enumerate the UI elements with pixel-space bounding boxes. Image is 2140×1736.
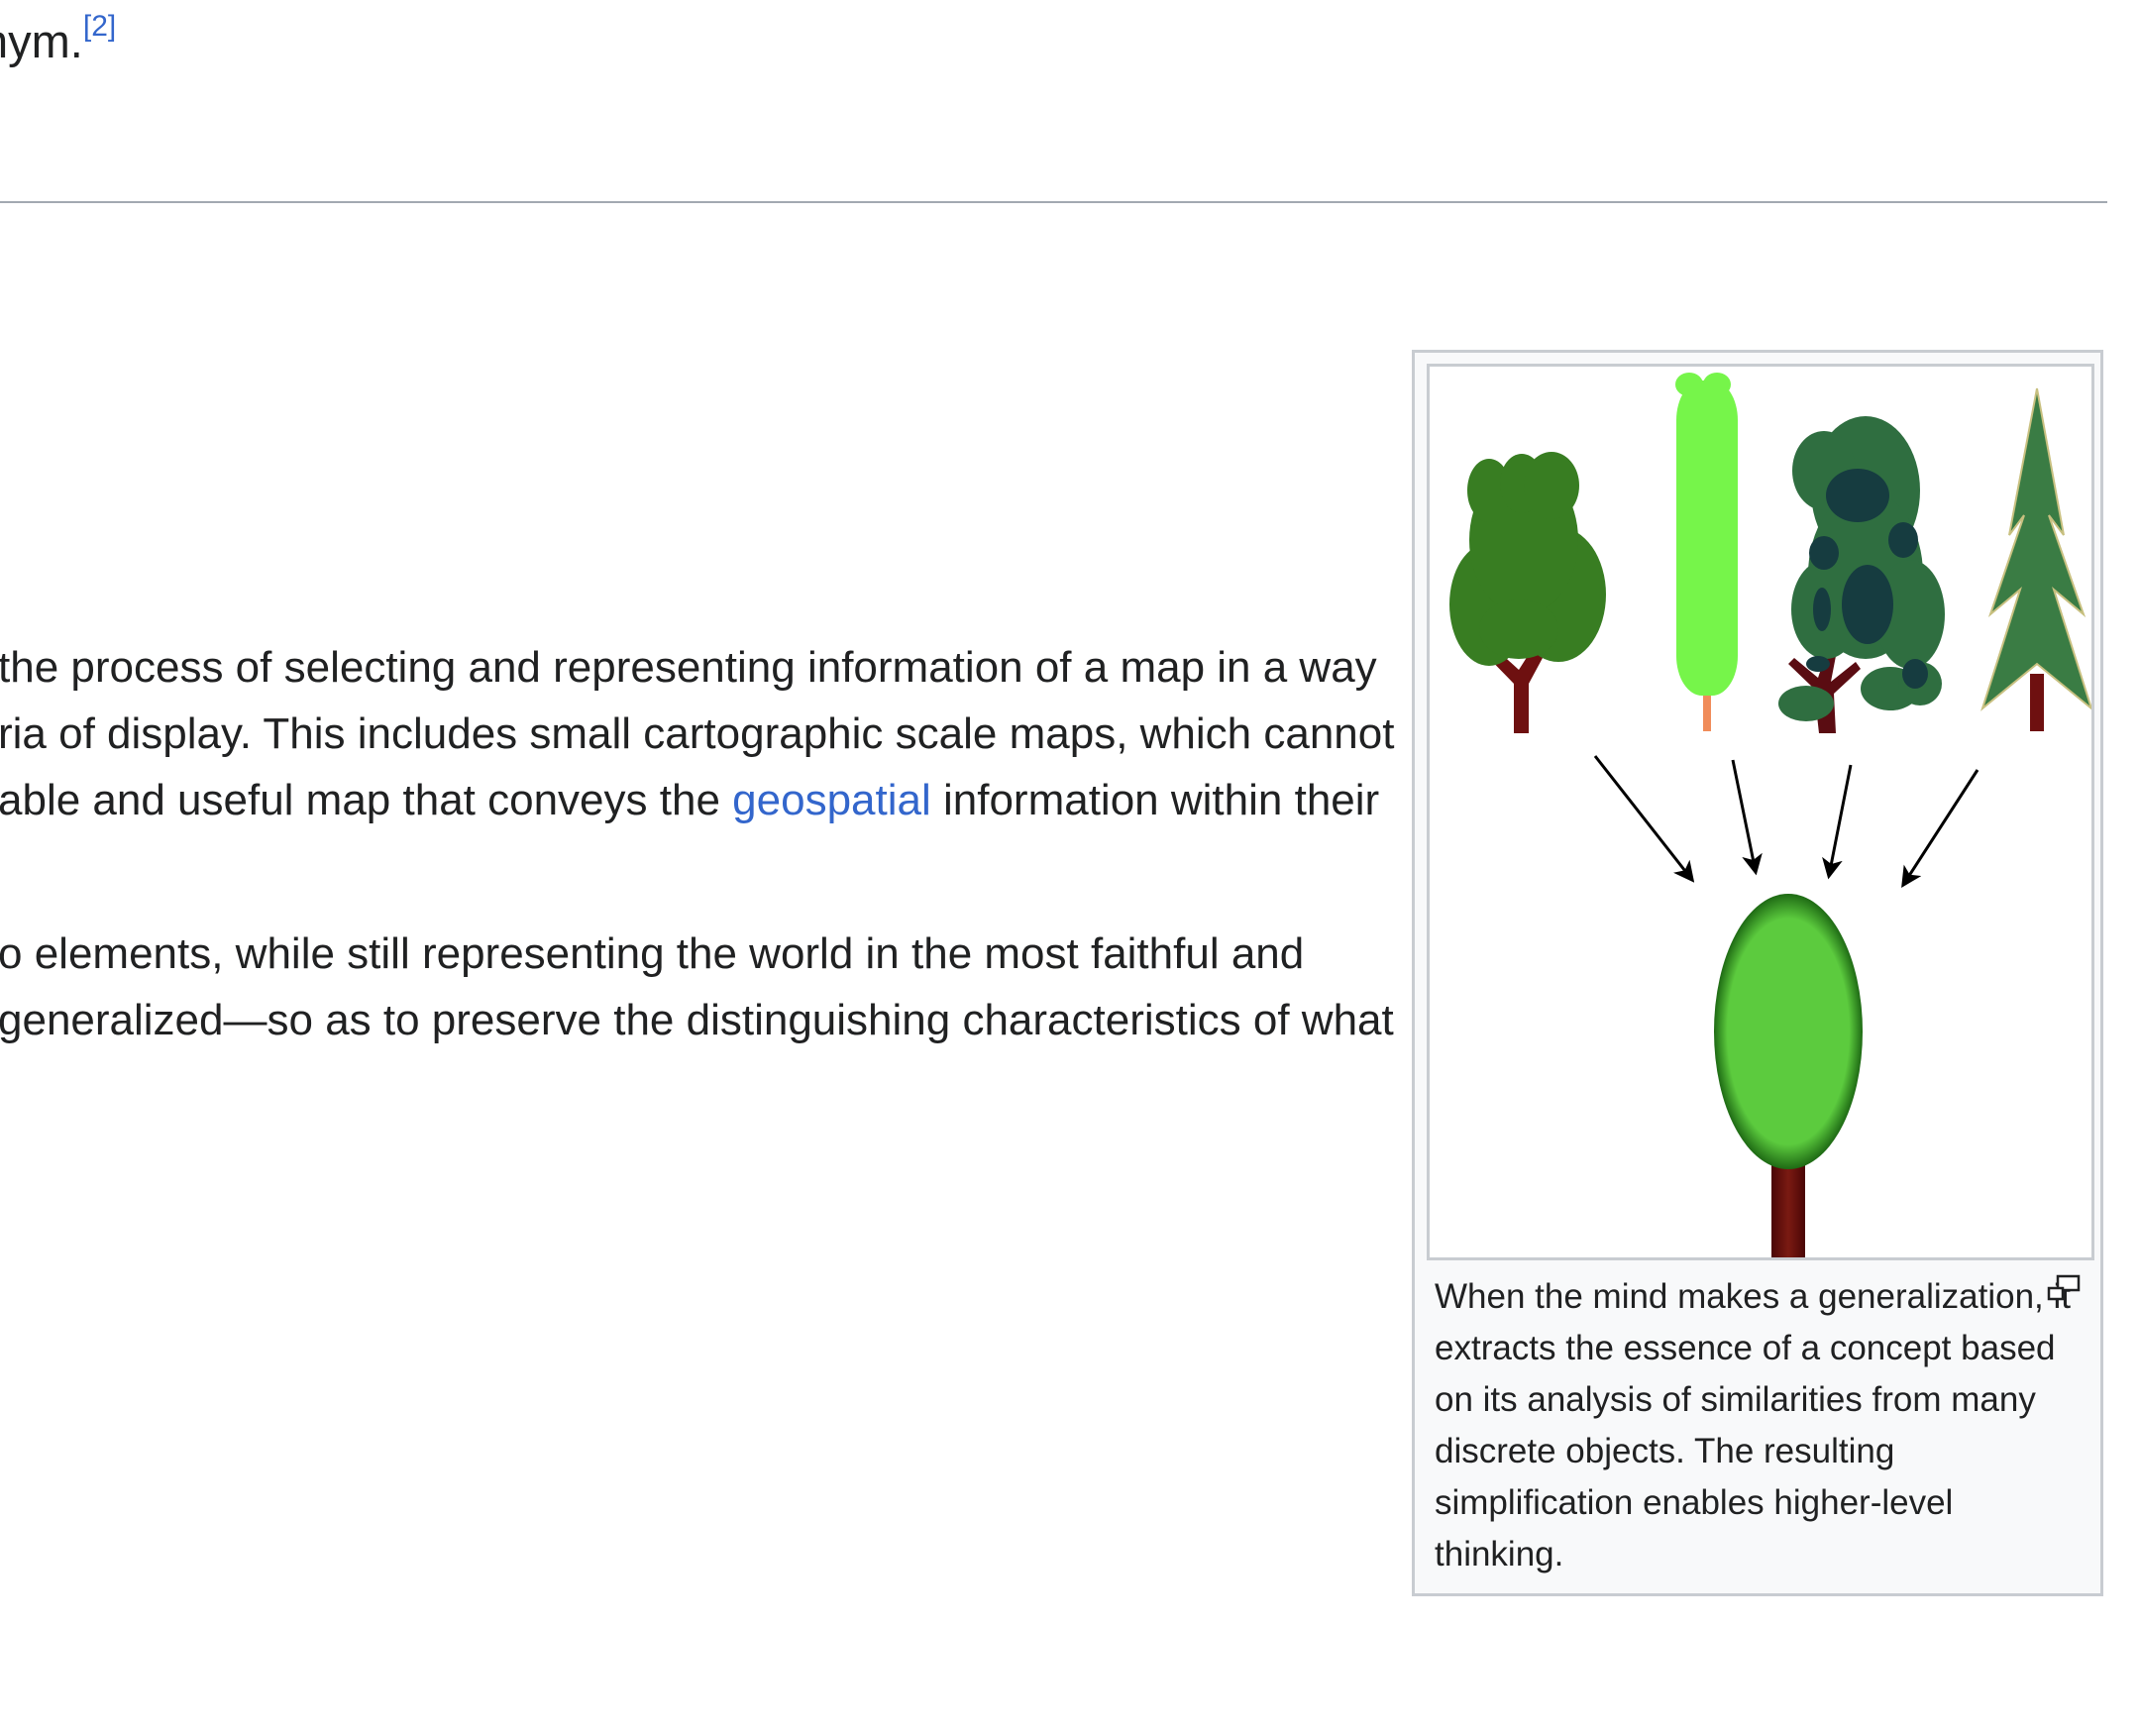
arrow <box>1593 755 1695 883</box>
paragraph-line: generalized—so as to preserve the distin… <box>0 996 1394 1044</box>
broadleaf-tree-icon <box>1449 452 1606 733</box>
section-divider <box>0 201 2107 203</box>
citation-link[interactable]: [2] <box>83 10 116 43</box>
generalization-illustration[interactable] <box>1427 364 2094 1260</box>
trees-diagram <box>1449 373 2091 1257</box>
paragraph-line: ria of display. This includes small cart… <box>0 709 1395 758</box>
paragraph-line: o elements, while still representing the… <box>0 929 1305 978</box>
conifer-tree-icon <box>1980 387 2091 731</box>
line-text: able and useful map that conveys the <box>0 776 733 824</box>
arrow <box>1901 769 1980 888</box>
magnify-clip-icon[interactable] <box>2047 1274 2081 1304</box>
generalized-tree-icon <box>1714 894 1863 1257</box>
mottled-tree-icon <box>1778 416 1945 733</box>
arrow <box>1731 759 1763 876</box>
geospatial-link[interactable]: geospatial <box>732 776 931 824</box>
line-text: information within their <box>930 776 1380 824</box>
figure-caption: When the mind makes a generalization, it… <box>1435 1277 2071 1573</box>
top-text: nym. <box>0 15 83 67</box>
columnar-tree-icon <box>1675 373 1738 731</box>
top-text-fragment: nym.[2] <box>0 0 116 68</box>
paragraph-line: able and useful map that conveys the geo… <box>0 767 1385 833</box>
figure-thumbnail: When the mind makes a generalization, it… <box>1412 350 2103 1596</box>
arrow <box>1822 764 1853 880</box>
convergence-arrows <box>1593 755 1980 888</box>
paragraph-elements: o elements, while still representing the… <box>0 921 1394 1053</box>
paragraph-line: the process of selecting and representin… <box>0 643 1377 692</box>
paragraph-generalization: the process of selecting and representin… <box>0 634 1395 833</box>
